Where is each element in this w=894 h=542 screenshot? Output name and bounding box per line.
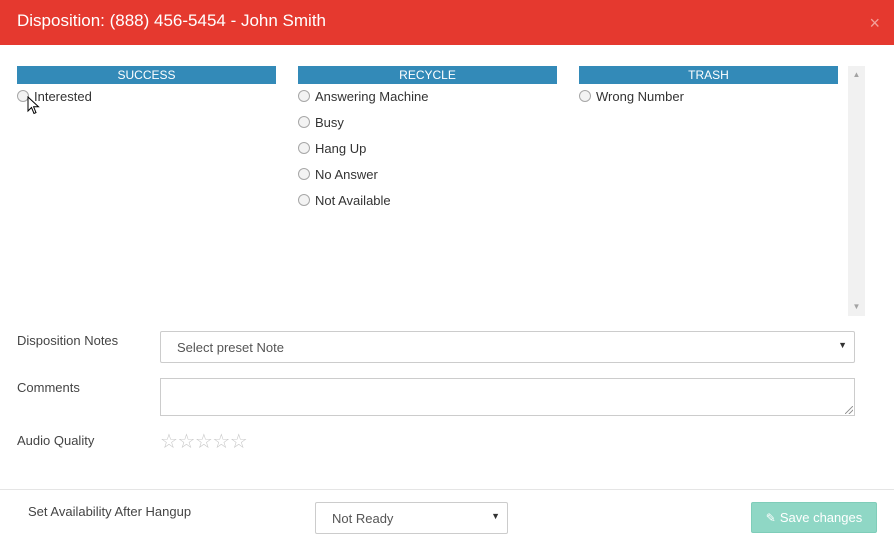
column-success: SUCCESS Interested bbox=[17, 66, 276, 112]
radio-button[interactable] bbox=[298, 116, 310, 128]
column-recycle: RECYCLE Answering Machine Busy Hang Up N… bbox=[298, 66, 557, 216]
triangle-down-icon[interactable]: ▼ bbox=[848, 302, 865, 312]
column-header-success: SUCCESS bbox=[17, 66, 276, 84]
radio-button[interactable] bbox=[579, 90, 591, 102]
availability-select-value: Not Ready bbox=[332, 511, 394, 526]
star-icon[interactable]: ☆ bbox=[160, 431, 178, 453]
mouse-cursor-icon bbox=[27, 96, 40, 115]
chevron-down-icon: ▼ bbox=[491, 511, 500, 521]
modal-header: Disposition: (888) 456-5454 - John Smith… bbox=[0, 0, 894, 45]
availability-select[interactable]: Not Ready ▼ bbox=[315, 502, 508, 534]
radio-option-no-answer[interactable]: No Answer bbox=[298, 164, 557, 190]
radio-label: No Answer bbox=[315, 167, 378, 182]
chevron-down-icon: ▼ bbox=[838, 340, 847, 350]
radio-button[interactable] bbox=[298, 90, 310, 102]
preset-note-select-value: Select preset Note bbox=[177, 340, 284, 355]
radio-label: Busy bbox=[315, 115, 344, 130]
radio-option-busy[interactable]: Busy bbox=[298, 112, 557, 138]
comments-label: Comments bbox=[17, 380, 80, 395]
radio-label: Answering Machine bbox=[315, 89, 429, 104]
comments-textarea[interactable] bbox=[160, 378, 855, 416]
radio-label: Wrong Number bbox=[596, 89, 684, 104]
radio-button[interactable] bbox=[298, 168, 310, 180]
audio-quality-label: Audio Quality bbox=[17, 433, 95, 448]
radio-button[interactable] bbox=[298, 194, 310, 206]
star-icon[interactable]: ☆ bbox=[212, 431, 230, 453]
radio-option-not-available[interactable]: Not Available bbox=[298, 190, 557, 216]
save-changes-label: Save changes bbox=[779, 510, 863, 525]
column-trash: TRASH Wrong Number bbox=[579, 66, 838, 112]
availability-label: Set Availability After Hangup bbox=[28, 504, 192, 519]
radio-label: Interested bbox=[34, 89, 92, 104]
radio-label: Hang Up bbox=[315, 141, 367, 156]
disposition-notes-label: Disposition Notes bbox=[17, 333, 119, 348]
column-header-trash: TRASH bbox=[579, 66, 838, 84]
close-icon[interactable]: × bbox=[869, 13, 880, 33]
radio-option-interested[interactable]: Interested bbox=[17, 86, 276, 112]
star-icon[interactable]: ☆ bbox=[230, 431, 248, 453]
preset-note-select[interactable]: Select preset Note ▼ bbox=[160, 331, 855, 363]
resize-grip-icon[interactable] bbox=[845, 406, 853, 414]
triangle-up-icon[interactable]: ▲ bbox=[848, 70, 865, 80]
audio-quality-rating[interactable]: ☆☆☆☆☆ bbox=[160, 430, 248, 454]
radio-button[interactable] bbox=[298, 142, 310, 154]
star-icon[interactable]: ☆ bbox=[177, 431, 195, 453]
radio-option-answering-machine[interactable]: Answering Machine bbox=[298, 86, 557, 112]
radio-option-wrong-number[interactable]: Wrong Number bbox=[579, 86, 838, 112]
disposition-options: SUCCESS Interested RECYCLE Answering Mac… bbox=[17, 66, 865, 316]
options-scrollbar[interactable]: ▲ ▼ bbox=[848, 66, 865, 316]
radio-option-hang-up[interactable]: Hang Up bbox=[298, 138, 557, 164]
star-icon[interactable]: ☆ bbox=[195, 431, 213, 453]
save-changes-button[interactable]: ✎ Save changes bbox=[751, 502, 877, 533]
modal-title: Disposition: (888) 456-5454 - John Smith bbox=[17, 11, 326, 30]
column-header-recycle: RECYCLE bbox=[298, 66, 557, 84]
radio-label: Not Available bbox=[315, 193, 391, 208]
edit-icon: ✎ bbox=[765, 511, 776, 525]
